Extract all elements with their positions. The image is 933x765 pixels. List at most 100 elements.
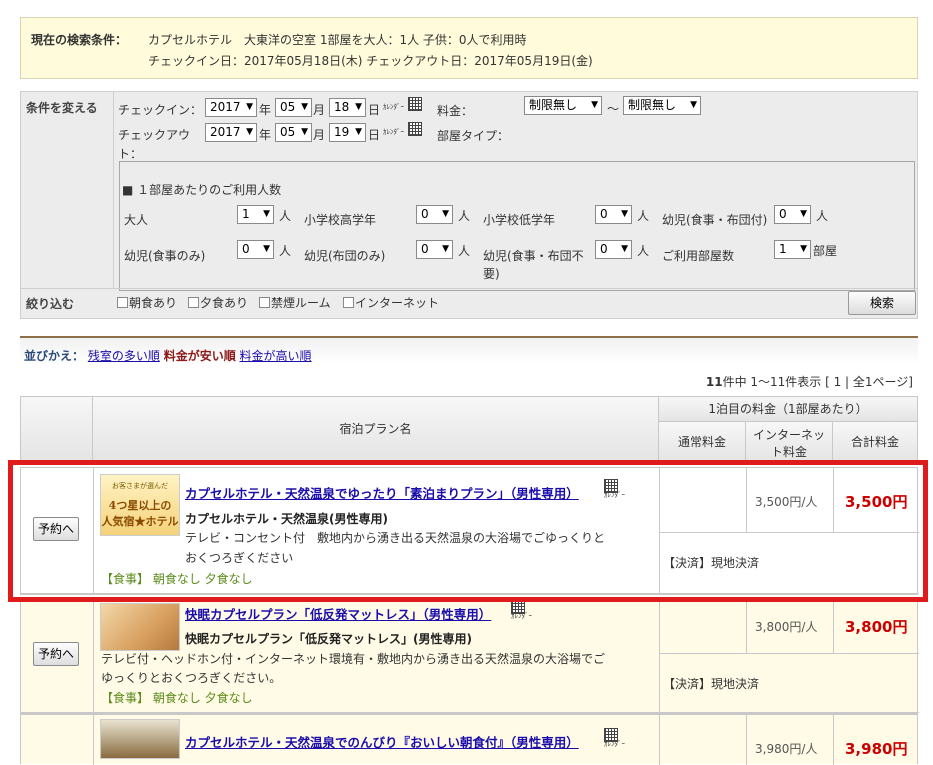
plan-description-2: ゆっくりとおくつろぎください。 xyxy=(101,671,282,685)
reserve-cell xyxy=(21,715,94,765)
internet-price: 3,980円/人 xyxy=(755,742,818,756)
header-plan: 宿泊プラン名 xyxy=(92,396,659,463)
checkin-year-select[interactable]: 2017 ▼ xyxy=(205,98,257,117)
header-total-price: 合計料金 xyxy=(832,421,918,463)
day-unit: 日 xyxy=(368,128,381,142)
plan-description-1: テレビ付・ヘッドホン付・インターネット環境有・敷地内から湧き出る天然温泉の大浴場… xyxy=(101,652,606,666)
form-vline xyxy=(113,92,114,288)
infant-none-label: 幼児(食事・布団不 xyxy=(483,249,584,263)
form-divider xyxy=(21,288,917,289)
plan-subtitle: 快眠カプセルプラン「低反発マットレス」(男性専用) xyxy=(185,632,472,646)
sort-label: 並びかえ： xyxy=(24,349,85,363)
internet-price: 3,800円/人 xyxy=(755,620,818,634)
lower-elementary-label: 小学校低学年 xyxy=(483,213,556,227)
plan-thumbnail[interactable] xyxy=(100,603,180,651)
sort-by-price-asc: 料金が安い順 xyxy=(163,349,236,363)
room-unit: 部屋 xyxy=(813,244,838,258)
sort-by-availability[interactable]: 残室の多い順 xyxy=(88,349,160,363)
normal-price-cell xyxy=(659,599,747,654)
plan-cell: カプセルホテル・天然温泉でのんびり『おいしい朝食付』（男性専用） ｶﾚﾝﾀﾞｰ xyxy=(93,715,660,765)
person-unit: 人 xyxy=(816,209,829,223)
price-label: 料金： xyxy=(437,104,474,118)
current-conditions: 現在の検索条件： カプセルホテル 大東洋の空室 1部屋を大人：1人 子供：0人で… xyxy=(20,17,918,79)
room-count-select[interactable]: 1 ▼ xyxy=(774,240,811,259)
price-separator: ～ xyxy=(607,102,620,116)
search-button[interactable]: 検索 xyxy=(848,291,916,315)
month-unit: 月 xyxy=(313,103,326,117)
sort-by-price-desc[interactable]: 料金が高い順 xyxy=(240,349,312,363)
header-normal-price: 通常料金 xyxy=(658,421,746,463)
filter-nonsmoking[interactable]: 禁煙ルーム xyxy=(259,294,331,311)
checkbox-icon[interactable] xyxy=(343,297,354,308)
highlight-box xyxy=(8,460,928,602)
filter-label: 絞り込む xyxy=(26,297,75,311)
change-conditions-label: 条件を変える xyxy=(26,101,98,115)
checkbox-icon[interactable] xyxy=(188,297,199,308)
filter-breakfast[interactable]: 朝食あり xyxy=(117,294,177,311)
person-unit: 人 xyxy=(458,209,471,223)
people-box: ■ １部屋あたりのご利用人数 大人 1 ▼ 人 小学校高学年 0 ▼ 人 小学校低学… xyxy=(119,161,915,291)
room-type-label: 部屋タイプ： xyxy=(437,129,510,143)
total-price-cell: 3,800円 xyxy=(833,599,919,654)
price-min-select[interactable]: 制限無し ▼ xyxy=(524,96,602,115)
adult-select[interactable]: 1 ▼ xyxy=(237,205,274,224)
upper-elementary-select[interactable]: 0 ▼ xyxy=(416,205,453,224)
infant-meal-select[interactable]: 0 ▼ xyxy=(237,240,274,259)
infant-meal-label: 幼児(食事のみ) xyxy=(124,249,206,263)
plan-cell: 快眠カプセルプラン「低反発マットレス」（男性専用） ｶﾚﾝﾀﾞｰ 快眠カプセルプ… xyxy=(93,599,660,713)
total-price-cell: 3,980円 xyxy=(833,715,919,765)
plan-title-link[interactable]: カプセルホテル・天然温泉でのんびり『おいしい朝食付』（男性専用） xyxy=(185,732,579,751)
normal-price-cell xyxy=(659,715,747,765)
search-form: 条件を変える チェックイン： 2017 ▼ 年 05 ▼ 月 18 ▼ 日 ｶﾚﾝﾀﾞ… xyxy=(20,91,918,319)
checkout-day-select[interactable]: 19 ▼ xyxy=(329,123,366,142)
checkout-label: チェックアウ xyxy=(118,128,191,142)
header-price-group: 1泊目の料金（1部屋あたり） xyxy=(658,396,918,422)
upper-elementary-label: 小学校高学年 xyxy=(304,213,377,227)
infant-bed-select[interactable]: 0 ▼ xyxy=(416,240,453,259)
checkout-label-cont: ト： xyxy=(118,147,143,161)
filter-dinner[interactable]: 夕食あり xyxy=(188,294,248,311)
header-blank xyxy=(20,396,93,463)
result-count: 11件中 1～11件表示 [ 1 | 全1ページ] xyxy=(706,373,913,390)
result-total: 11 xyxy=(705,375,723,389)
internet-price-cell: 3,980円/人 xyxy=(746,715,834,765)
infant-none-label-cont: 要) xyxy=(483,267,500,281)
header-internet-price: インターネット料金 xyxy=(745,421,833,463)
total-price: 3,800円 xyxy=(845,618,908,636)
checkin-day-select[interactable]: 18 ▼ xyxy=(329,98,366,117)
checkbox-icon[interactable] xyxy=(117,297,128,308)
filter-internet[interactable]: インターネット xyxy=(343,294,439,311)
conditions-line-1: カプセルホテル 大東洋の空室 1部屋を大人：1人 子供：0人で利用時 xyxy=(148,33,527,47)
infant-none-select[interactable]: 0 ▼ xyxy=(595,240,632,259)
month-unit: 月 xyxy=(313,128,326,142)
payment-method: 【決済】現地決済 xyxy=(663,677,760,691)
person-unit: 人 xyxy=(458,244,471,258)
infant-bed-label: 幼児(布団のみ) xyxy=(304,249,386,263)
year-unit: 年 xyxy=(259,103,272,117)
reserve-button[interactable]: 予約へ xyxy=(33,642,79,666)
person-unit: 人 xyxy=(279,244,292,258)
total-price: 3,980円 xyxy=(845,740,908,758)
checkout-year-select[interactable]: 2017 ▼ xyxy=(205,123,257,142)
internet-price-cell: 3,800円/人 xyxy=(746,599,834,654)
price-max-select[interactable]: 制限無し ▼ xyxy=(623,96,701,115)
person-unit: 人 xyxy=(637,244,650,258)
checkin-month-select[interactable]: 05 ▼ xyxy=(275,98,312,117)
reserve-cell: 予約へ xyxy=(21,599,94,713)
plan-title-link[interactable]: 快眠カプセルプラン「低反発マットレス」（男性専用） xyxy=(185,604,491,623)
plan-meal: 【食事】 朝食なし 夕食なし xyxy=(101,691,253,705)
result-range: 件中 1～11件表示 [ 1 | 全1ページ] xyxy=(722,375,913,389)
year-unit: 年 xyxy=(259,128,272,142)
plan-thumbnail[interactable] xyxy=(100,719,180,759)
conditions-label: 現在の検索条件： xyxy=(31,33,128,47)
table-row: カプセルホテル・天然温泉でのんびり『おいしい朝食付』（男性専用） ｶﾚﾝﾀﾞｰ … xyxy=(20,714,919,765)
people-title: ■ １部屋あたりのご利用人数 xyxy=(122,183,282,197)
checkout-month-select[interactable]: 05 ▼ xyxy=(275,123,312,142)
conditions-line-2: チェックイン日：2017年05月18日(木) チェックアウト日：2017年05月… xyxy=(148,54,593,68)
infant-meal-bed-select[interactable]: 0 ▼ xyxy=(774,205,811,224)
lower-elementary-select[interactable]: 0 ▼ xyxy=(595,205,632,224)
checkbox-icon[interactable] xyxy=(259,297,270,308)
checkin-label: チェックイン： xyxy=(118,103,203,117)
payment-cell: 【決済】現地決済 xyxy=(659,653,919,713)
person-unit: 人 xyxy=(279,209,292,223)
